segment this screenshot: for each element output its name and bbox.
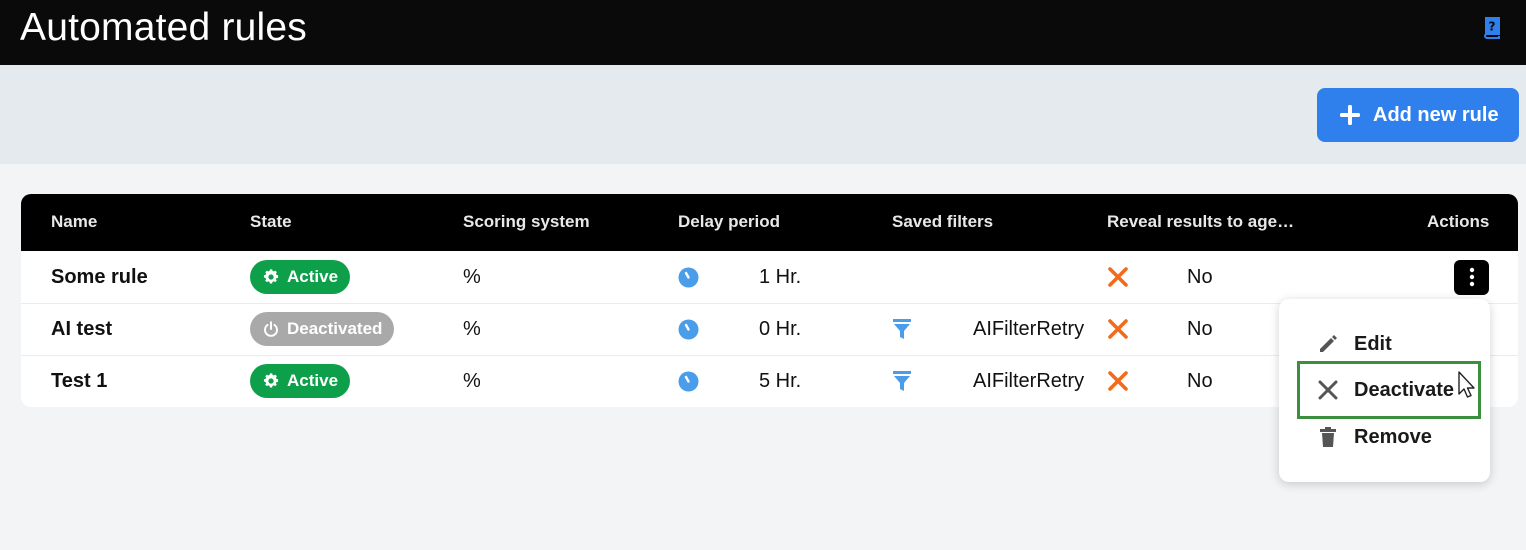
menu-item-edit[interactable]: Edit [1297, 322, 1481, 366]
reveal-value: No [1187, 317, 1213, 340]
menu-item-label: Edit [1354, 332, 1392, 355]
trash-icon [1320, 427, 1336, 447]
power-icon [264, 321, 278, 337]
delay-value: 0 Hr. [759, 317, 802, 340]
clock-icon [678, 267, 699, 287]
menu-item-remove[interactable]: Remove [1297, 415, 1481, 459]
status-badge-active: Active [250, 364, 351, 398]
gear-icon [263, 373, 279, 388]
column-header-state[interactable]: State [250, 212, 292, 232]
scoring-system: % [463, 317, 481, 340]
row-actions-button[interactable] [1454, 259, 1489, 295]
filter-icon [893, 371, 911, 391]
column-header-saved-filters[interactable]: Saved filters [892, 212, 993, 232]
column-header-actions: Actions [1427, 212, 1490, 231]
delay-value: 5 Hr. [759, 369, 802, 392]
clock-icon [678, 371, 699, 391]
rule-name: AI test [51, 317, 113, 340]
pencil-icon [1320, 335, 1337, 352]
rule-name: Some rule [51, 265, 148, 288]
close-x-icon [1108, 267, 1128, 287]
status-badge-deactivated: Deactivated [250, 312, 395, 346]
column-header-name[interactable]: Name [51, 212, 97, 232]
delay-value: 1 Hr. [759, 265, 802, 288]
filter-icon [893, 319, 911, 339]
column-header-reveal-results[interactable]: Reveal results to age… [1107, 212, 1294, 232]
rule-name: Test 1 [51, 369, 108, 392]
mouse-cursor-icon [1458, 371, 1475, 398]
toolbar: Add new rule [0, 65, 1526, 164]
gear-icon [263, 269, 279, 284]
svg-text:?: ? [1489, 20, 1496, 34]
add-new-rule-label: Add new rule [1373, 103, 1499, 126]
reveal-value: No [1187, 369, 1213, 392]
add-new-rule-button[interactable]: Add new rule [1317, 88, 1519, 142]
reveal-value: No [1187, 265, 1213, 288]
status-label: Active [287, 267, 339, 286]
saved-filter-name: AIFilterRetry [973, 317, 1085, 340]
menu-item-deactivate[interactable]: Deactivate [1297, 361, 1481, 419]
menu-item-label: Deactivate [1354, 378, 1455, 401]
table-header: Name State Scoring system Delay period S… [21, 194, 1518, 251]
table-row[interactable]: Some rule Active % 1 Hr. No [21, 251, 1518, 304]
column-header-delay-period[interactable]: Delay period [678, 212, 780, 232]
more-vertical-icon [1469, 267, 1474, 287]
menu-item-label: Remove [1354, 425, 1432, 448]
clock-icon [678, 319, 699, 339]
close-x-icon [1108, 319, 1128, 339]
status-label: Deactivated [287, 319, 383, 338]
top-bar: Automated rules ? [0, 0, 1526, 65]
scoring-system: % [463, 369, 481, 392]
column-header-scoring-system[interactable]: Scoring system [463, 212, 590, 232]
plus-icon [1340, 105, 1360, 125]
status-badge-active: Active [250, 260, 351, 294]
close-x-icon [1108, 371, 1128, 391]
status-label: Active [287, 371, 339, 390]
close-icon [1318, 380, 1338, 400]
saved-filter-name: AIFilterRetry [973, 369, 1085, 392]
scoring-system: % [463, 265, 481, 288]
page-title: Automated rules [20, 6, 307, 49]
help-book-icon[interactable]: ? [1482, 17, 1502, 39]
